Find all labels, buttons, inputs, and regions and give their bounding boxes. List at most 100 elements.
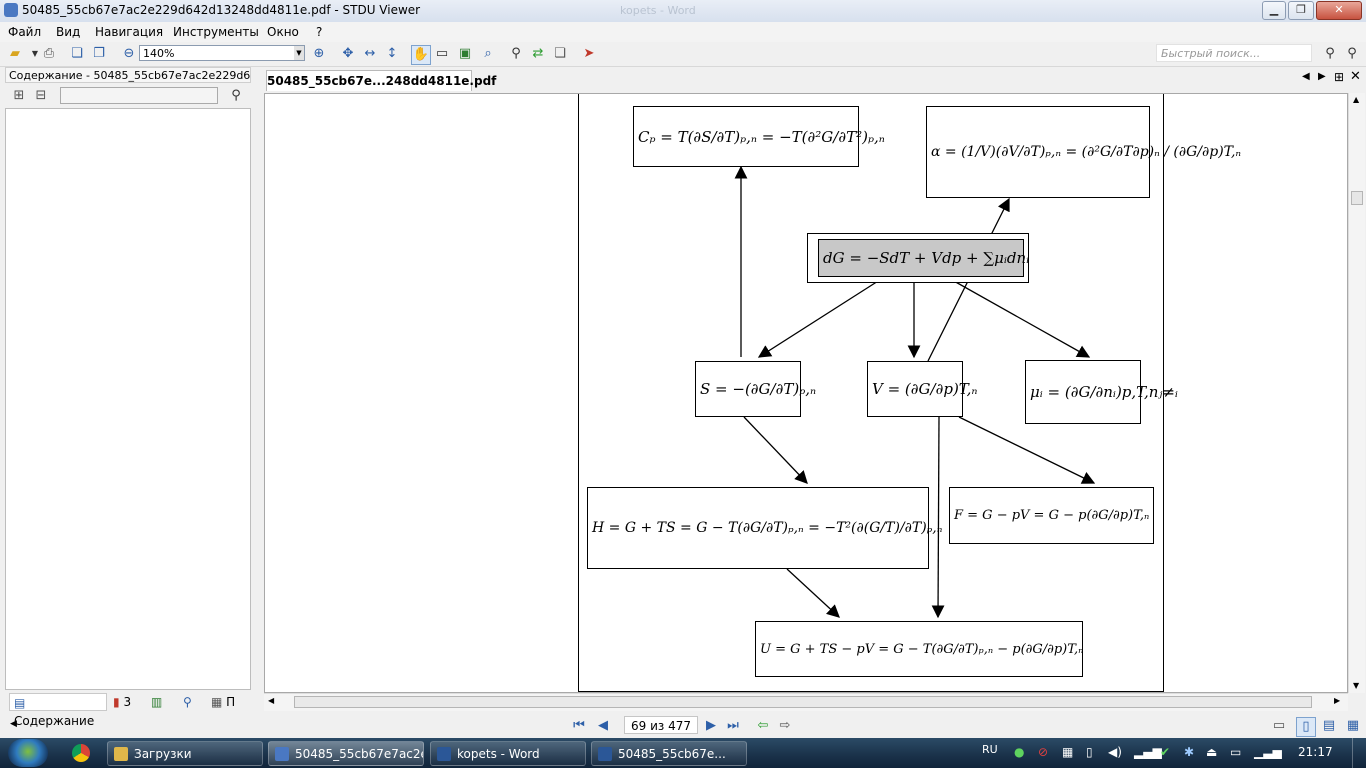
zoom-out-icon[interactable]: ⊖ [120,45,138,63]
minimize-button[interactable]: ▁ [1262,1,1286,20]
fit-width-icon[interactable]: ↔ [361,45,379,63]
battery-icon[interactable]: ▯ [1086,745,1093,759]
menu-bar: Файл Вид Навигация Инструменты Окно ? [0,22,1366,42]
scroll-down-icon[interactable]: ▼ [1353,681,1359,690]
panel-splitter[interactable] [254,67,258,712]
quick-search-input[interactable]: Быстрый поиск... [1156,44,1312,62]
pdf-page: Cₚ = T(∂S/∂T)ₚ,ₙ = −T(∂²G/∂T²)ₚ,ₙ α = (1… [578,94,1241,692]
tab-contents[interactable]: ▤ Содержание [9,693,107,728]
search-icon[interactable]: ⚲ [1321,45,1339,63]
taskbar-item-stdu[interactable]: 50485_55cb67e7ac2e... [268,741,424,766]
scroll-left-icon[interactable]: ◀ [268,696,274,705]
display-icon[interactable]: ▭ [1230,745,1241,759]
menu-navigation[interactable]: Навигация [95,25,163,39]
tab-bookmarks[interactable]: ▮ 3 [113,693,149,711]
scroll-up-icon[interactable]: ▲ [1353,95,1359,104]
antivirus-icon[interactable]: ⊘ [1038,745,1048,759]
magnifier-icon[interactable]: ⌕ [479,45,497,63]
scroll-right-icon[interactable]: ▶ [1334,696,1340,705]
arrow-dg-to-s [757,275,887,358]
word-icon [598,747,612,761]
wifi-icon[interactable]: ▂▄▆ [1134,745,1162,759]
volume-icon[interactable]: ◀) [1108,745,1122,759]
next-page-icon[interactable]: ▶ [702,717,720,735]
fit-height-icon[interactable]: ↕ [383,45,401,63]
copy-text-icon[interactable]: ❐ [90,45,108,63]
pages-icon: ▦ [211,695,223,709]
tab-list-icon[interactable]: ⊞ [1334,70,1344,84]
copy-page-icon[interactable]: ❏ [68,45,86,63]
prev-page-icon[interactable]: ◀ [594,717,612,735]
menu-file[interactable]: Файл [8,25,41,39]
show-desktop-button[interactable] [1352,738,1366,768]
two-page-view-icon[interactable]: ▤ [1320,717,1338,735]
bookmark-add-icon[interactable]: ➤ [580,45,598,63]
maximize-button[interactable]: ❐ [1288,1,1314,20]
zoom-select[interactable]: 140% ▼ [139,45,305,61]
open-folder-icon[interactable]: ▰ [6,45,24,63]
close-button[interactable]: ✕ [1316,1,1362,20]
find-replace-icon[interactable]: ⇄ [529,45,547,63]
first-page-icon[interactable]: ⏮ [570,717,588,735]
vertical-scroll-thumb[interactable] [1351,191,1363,205]
menu-help[interactable]: ? [316,25,322,39]
forward-icon[interactable]: ⇨ [776,717,794,735]
menu-window[interactable]: Окно [267,25,299,39]
expand-tree-icon[interactable]: ⊞ [10,87,28,105]
document-tab[interactable]: 50485_55cb67e...248dd4811e.pdf [266,70,496,91]
tab-thumbnails[interactable]: ▥ [151,693,175,711]
tray-app-icon[interactable]: ● [1014,745,1024,759]
tab-next-icon[interactable]: ▶ [1318,71,1326,82]
print-icon[interactable]: ⎙ [40,45,58,63]
menu-view[interactable]: Вид [56,25,80,39]
tab-close-icon[interactable]: ✕ [1350,69,1361,84]
formula-mu: μᵢ = (∂G/∂nᵢ)p,T,nⱼ≠ᵢ [1025,360,1178,424]
usb-icon[interactable]: ⏏ [1206,745,1217,759]
search-options-icon[interactable]: ⚲ [1343,45,1361,63]
taskbar-item-word[interactable]: kopets - Word [430,741,586,766]
menu-tools[interactable]: Инструменты [173,25,259,39]
tab-pages[interactable]: ▦ П [211,693,247,711]
continuous-view-icon[interactable]: ▯ [1296,717,1316,737]
language-indicator[interactable]: RU [982,743,998,756]
bluetooth-icon[interactable]: ✱ [1184,745,1194,759]
horizontal-scroll-thumb[interactable] [294,696,1312,708]
taskbar-item-word-2[interactable]: 50485_55cb67e... [591,741,747,766]
document-view[interactable]: Cₚ = T(∂S/∂T)ₚ,ₙ = −T(∂²G/∂T²)ₚ,ₙ α = (1… [264,93,1348,693]
minimize-icon: ▁ [1269,3,1279,16]
tab-prev-icon[interactable]: ◀ [1302,71,1310,82]
clock[interactable]: 21:17 [1298,745,1333,759]
app-icon [4,3,18,17]
network-icon[interactable]: ▦ [1062,745,1073,759]
select-text-icon[interactable]: ▭ [433,45,451,63]
contents-tree[interactable] [5,108,251,690]
ghost-window-title: kopets - Word [620,4,696,17]
chevron-down-icon[interactable]: ▼ [294,46,304,60]
formula-dg: dG = −SdT + Vdp + ∑μᵢdnᵢ [818,239,1029,277]
copy-icon[interactable]: ❏ [551,45,569,63]
security-icon[interactable]: ✔ [1160,745,1170,759]
tab-search[interactable]: ⚲ [183,693,207,711]
horizontal-scrollbar[interactable]: ◀ ▶ [264,693,1348,711]
arrow-h-to-u [786,568,840,618]
page-number-input[interactable]: 69 из 477 [624,716,698,734]
back-icon[interactable]: ⇦ [754,717,772,735]
start-button[interactable] [8,739,48,767]
chrome-icon[interactable] [72,744,90,762]
hand-tool-icon[interactable]: ✋ [411,45,431,65]
single-page-view-icon[interactable]: ▭ [1270,717,1288,735]
collapse-panel-icon[interactable]: ◀ [10,719,17,729]
contents-search-icon[interactable]: ⚲ [227,87,245,105]
vertical-scrollbar[interactable]: ▲ ▼ [1348,93,1365,693]
zoom-in-icon[interactable]: ⊕ [310,45,328,63]
find-icon[interactable]: ⚲ [507,45,525,63]
search-icon: ⚲ [183,695,192,709]
last-page-icon[interactable]: ⏭ [724,717,742,735]
contents-search-input[interactable] [60,87,218,104]
signal-icon[interactable]: ▁▃▅ [1254,745,1282,759]
collapse-tree-icon[interactable]: ⊟ [32,87,50,105]
fit-page-icon[interactable]: ✥ [339,45,357,63]
two-page-continuous-icon[interactable]: ▦ [1344,717,1362,735]
select-image-icon[interactable]: ▣ [456,45,474,63]
taskbar-item-downloads[interactable]: Загрузки [107,741,263,766]
